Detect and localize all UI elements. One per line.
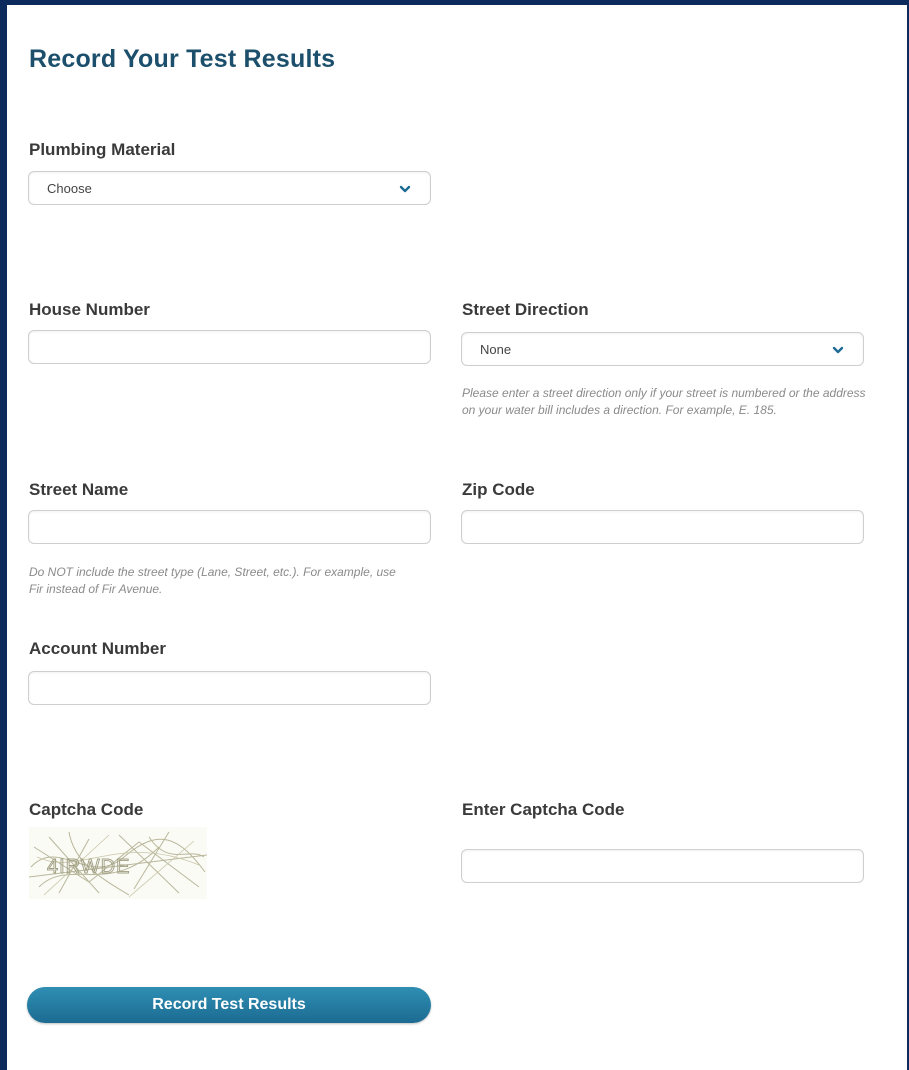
house-number-input[interactable] — [28, 330, 431, 364]
plumbing-material-select[interactable]: Choose — [28, 171, 431, 205]
chevron-down-icon — [399, 185, 411, 193]
house-number-label: House Number — [29, 300, 150, 319]
account-number-label: Account Number — [29, 639, 166, 658]
enter-captcha-input[interactable] — [461, 849, 864, 883]
street-direction-select[interactable]: None — [461, 332, 864, 366]
street-name-label: Street Name — [29, 480, 129, 499]
captcha-text: 4IRWDE — [47, 856, 130, 878]
zip-code-input[interactable] — [461, 510, 864, 544]
plumbing-material-label: Plumbing Material — [29, 140, 176, 159]
account-number-input[interactable] — [28, 671, 431, 705]
enter-captcha-label: Enter Captcha Code — [462, 800, 625, 819]
street-name-input[interactable] — [28, 510, 431, 544]
street-direction-help: Please enter a street direction only if … — [462, 386, 866, 417]
captcha-code-label: Captcha Code — [29, 800, 144, 819]
street-direction-label: Street Direction — [462, 300, 589, 319]
chevron-down-icon — [832, 346, 844, 354]
zip-code-label: Zip Code — [462, 480, 535, 499]
page-title: Record Your Test Results — [29, 45, 336, 73]
plumbing-material-value: Choose — [47, 181, 92, 196]
form-container: Record Your Test Results Plumbing Materi… — [7, 5, 907, 1070]
record-test-results-button[interactable]: Record Test Results — [27, 987, 431, 1023]
captcha-image: 4IRWDE — [29, 827, 207, 899]
street-direction-value: None — [480, 342, 512, 357]
street-name-help: Do NOT include the street type (Lane, St… — [29, 565, 396, 596]
